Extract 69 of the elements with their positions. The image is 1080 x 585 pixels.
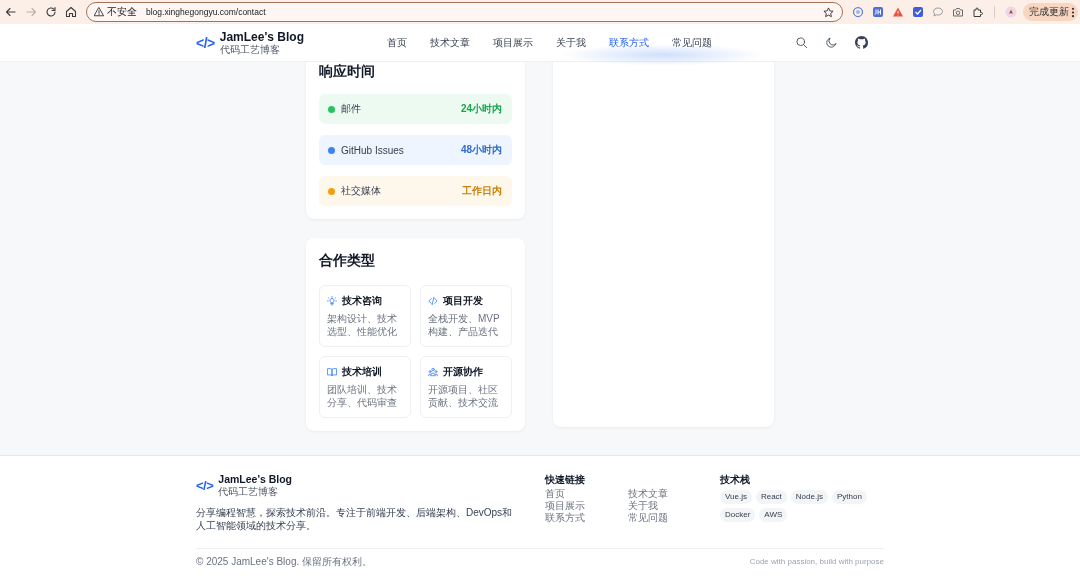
github-icon[interactable] xyxy=(855,36,868,49)
card-title: 合作类型 xyxy=(319,251,376,269)
channel-label: GitHub Issues xyxy=(341,144,404,156)
cooperation-type-title: 项目开发 xyxy=(443,294,483,308)
tech-tag: Docker xyxy=(720,508,756,522)
response-time-value: 24小时内 xyxy=(460,102,502,116)
warning-icon xyxy=(94,7,104,17)
alert-triangle-icon[interactable] xyxy=(892,6,904,18)
tech-tag: AWS xyxy=(759,508,788,522)
site-title[interactable]: JamLee's Blog xyxy=(218,473,292,486)
url-text[interactable]: blog.xinghegongyu.com/contact xyxy=(146,7,266,17)
cooperation-type-title: 开源协作 xyxy=(443,365,483,379)
footer-link[interactable]: 联系方式 xyxy=(545,512,628,524)
cooperation-type-description: 全栈开发、MVP构建、产品迭代 xyxy=(428,312,501,338)
nav-link[interactable]: 技术文章 xyxy=(430,35,470,50)
code-icon xyxy=(428,296,438,306)
cooperation-type-description: 团队培训、技术分享、代码审查 xyxy=(327,383,398,409)
response-time-value: 48小时内 xyxy=(460,143,502,157)
tech-tag: Node.js xyxy=(790,490,828,504)
more-icon xyxy=(1071,6,1075,18)
search-icon[interactable] xyxy=(795,36,808,49)
tech-stack-heading: 技术栈 xyxy=(720,473,751,486)
cooperation-type-title: 技术培训 xyxy=(342,365,382,379)
update-button[interactable]: 完成更新 xyxy=(1023,3,1078,21)
cooperation-type-description: 开源项目、社区贡献、技术交流 xyxy=(428,383,499,409)
camera-icon[interactable] xyxy=(952,6,964,18)
app-square-icon[interactable] xyxy=(872,6,884,18)
reload-icon[interactable] xyxy=(45,6,57,18)
nav-link[interactable]: 首页 xyxy=(387,35,407,50)
address-bar[interactable]: 不安全 blog.xinghegongyu.com/contact xyxy=(86,2,843,22)
puzzle-icon[interactable] xyxy=(972,6,984,18)
footer-link[interactable]: 关于我 xyxy=(628,500,711,512)
copyright-text: © 2025 JamLee's Blog. 保留所有权利。 xyxy=(196,556,372,568)
moon-icon[interactable] xyxy=(825,36,838,49)
check-square-icon[interactable] xyxy=(912,6,924,18)
book-icon xyxy=(327,367,337,377)
security-label[interactable]: 不安全 xyxy=(107,5,137,19)
cooperation-type-description: 架构设计、技术选型、性能优化 xyxy=(327,312,398,338)
card-title: 响应时间 xyxy=(319,62,376,80)
ring-extension-icon[interactable] xyxy=(852,6,864,18)
cooperation-type-title: 技术咨询 xyxy=(342,294,382,308)
tech-tag: Python xyxy=(831,490,867,504)
footer-link[interactable]: 项目展示 xyxy=(545,500,628,512)
site-title[interactable]: JamLee's Blog xyxy=(219,29,304,44)
nav-link[interactable]: 常见问题 xyxy=(672,35,712,50)
tech-tag: Vue.js xyxy=(720,490,752,504)
people-group-icon xyxy=(428,367,438,377)
home-icon[interactable] xyxy=(65,6,77,18)
channel-label: 社交媒体 xyxy=(341,184,381,198)
footer-link[interactable]: 首页 xyxy=(545,488,628,500)
site-subtitle: 代码工艺博客 xyxy=(218,486,279,498)
bookmark-star-icon[interactable] xyxy=(823,6,834,18)
back-arrow-icon[interactable] xyxy=(5,6,17,18)
footer-link[interactable]: 技术文章 xyxy=(628,488,711,500)
logo-mark[interactable]: </> xyxy=(196,478,214,493)
response-time-value: 工作日内 xyxy=(462,184,502,198)
footer-link[interactable]: 常见问题 xyxy=(628,512,711,524)
lightbulb-icon xyxy=(327,296,337,306)
nav-link[interactable]: 项目展示 xyxy=(493,35,533,50)
channel-label: 邮件 xyxy=(341,102,361,116)
slogan-text: Code with passion, build with purpose xyxy=(749,556,884,568)
avatar-icon[interactable] xyxy=(1005,6,1017,18)
nav-link[interactable]: 关于我 xyxy=(556,35,586,50)
site-description: 分享编程智慧，探索技术前沿。专注于前端开发、后端架构、DevOps和人工智能领域的技术分享。 xyxy=(196,506,514,532)
site-subtitle: 代码工艺博客 xyxy=(219,43,280,56)
quick-links-heading: 快速链接 xyxy=(545,473,586,486)
nav-link[interactable]: 联系方式 xyxy=(609,35,649,50)
logo-mark[interactable]: </> xyxy=(196,34,215,51)
tech-tag: React xyxy=(755,490,787,504)
